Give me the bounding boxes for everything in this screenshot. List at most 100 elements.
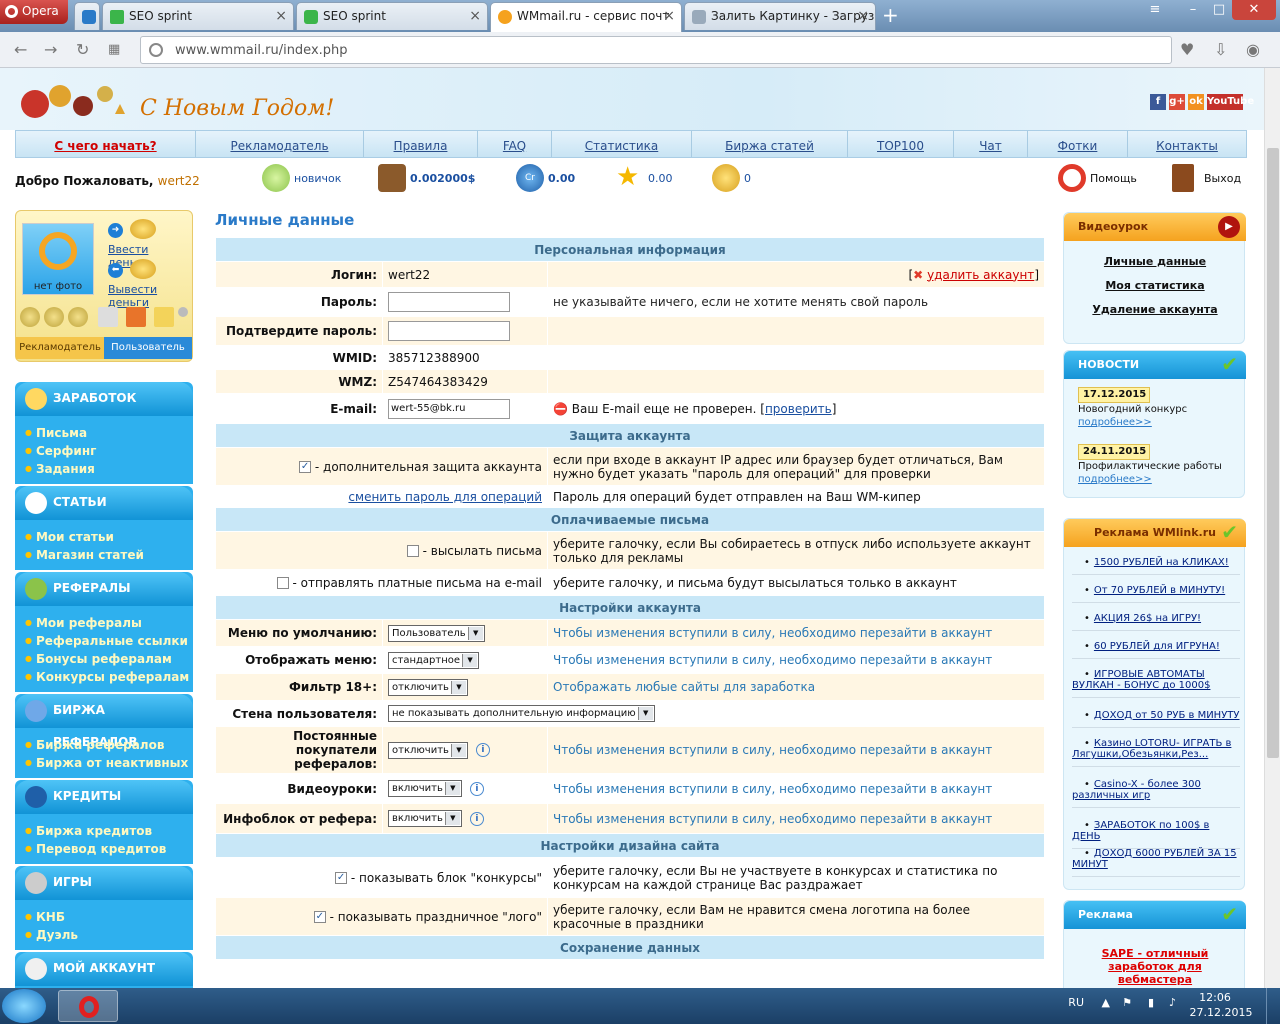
ad-item[interactable]: ЗАРАБОТОК по 100$ в ДЕНЬ bbox=[1072, 820, 1240, 849]
sidebar-item-rps[interactable]: КНБ bbox=[25, 910, 65, 924]
ad-link[interactable]: 1500 РУБЛЕЙ на КЛИКАХ! bbox=[1094, 557, 1229, 568]
sidebar-item-credit-exchange[interactable]: Биржа кредитов bbox=[25, 824, 152, 838]
bookmark-heart-icon[interactable]: ♥ bbox=[1180, 40, 1194, 59]
sidebar-item-referral-bonuses[interactable]: Бонусы рефералам bbox=[25, 652, 172, 666]
clock-date[interactable]: 27.12.2015 bbox=[1188, 1006, 1254, 1019]
new-tab-icon[interactable]: + bbox=[882, 5, 899, 25]
regular-buyers-select[interactable]: отключить bbox=[388, 741, 468, 759]
ad-link[interactable]: Казино LOTORU- ИГРАТЬ в Лягушки,Обезьянк… bbox=[1072, 738, 1231, 760]
clock-time[interactable]: 12:06 bbox=[1188, 991, 1242, 1004]
ad-link[interactable]: АКЦИЯ 26$ на ИГРУ! bbox=[1094, 613, 1201, 624]
ad-item[interactable]: АКЦИЯ 26$ на ИГРУ! bbox=[1072, 613, 1240, 631]
sidebar-heading-games[interactable]: ИГРЫ bbox=[15, 866, 193, 900]
tab-upload-image[interactable]: Залить Картинку - Загруз × bbox=[684, 2, 876, 30]
taskbar-opera-button[interactable] bbox=[58, 990, 118, 1022]
ad-item[interactable]: ИГРОВЫЕ АВТОМАТЫ ВУЛКАН - БОНУС до 1000$ bbox=[1072, 669, 1240, 698]
ad-item[interactable]: Casino-X - более 300 различных игр bbox=[1072, 779, 1240, 808]
news-more-link[interactable]: подробнее>> bbox=[1078, 417, 1152, 428]
youtube-icon[interactable]: YouTube bbox=[1207, 94, 1254, 110]
password-input[interactable] bbox=[388, 292, 510, 312]
ad-item[interactable]: 1500 РУБЛЕЙ на КЛИКАХ! bbox=[1072, 557, 1240, 575]
ad-item[interactable]: От 70 РУБЛЕЙ в МИНУТУ! bbox=[1072, 585, 1240, 603]
email-input[interactable]: wert-55@bk.ru bbox=[388, 398, 510, 419]
facebook-icon[interactable]: f bbox=[1150, 94, 1166, 110]
change-op-password-link[interactable]: сменить пароль для операций bbox=[348, 490, 542, 504]
tab-seo-sprint-1[interactable]: SEO sprint × bbox=[102, 2, 294, 30]
ad-item[interactable]: ДОХОД 6000 РУБЛЕЙ ЗА 15 МИНУТ bbox=[1072, 848, 1240, 877]
forward-icon[interactable]: → bbox=[44, 40, 57, 59]
ad-link[interactable]: 60 РУБЛЕЙ для ИГРУНА! bbox=[1094, 641, 1220, 652]
tab-wmmail[interactable]: WMmail.ru - сервис почт × bbox=[490, 2, 682, 32]
sidebar-heading-my-account[interactable]: МОЙ АККАУНТ bbox=[15, 952, 193, 986]
filter-18-select[interactable]: отключить bbox=[388, 678, 468, 696]
user-wall-select[interactable]: не показывать дополнительную информацию bbox=[388, 705, 655, 722]
language-indicator[interactable]: RU bbox=[1068, 996, 1084, 1009]
gear-icon[interactable] bbox=[178, 307, 188, 317]
sidebar-item-inactive-exchange[interactable]: Биржа от неактивных bbox=[25, 756, 188, 770]
send-mail-checkbox[interactable] bbox=[406, 545, 419, 557]
display-menu-select[interactable]: стандартное bbox=[388, 651, 480, 669]
close-tab-icon[interactable]: × bbox=[663, 3, 675, 30]
menu-top100[interactable]: TOP100 bbox=[848, 131, 954, 157]
delete-account-link[interactable]: удалить аккаунт bbox=[927, 268, 1034, 282]
infoblock-select[interactable]: включить bbox=[388, 810, 462, 827]
info-icon[interactable]: i bbox=[469, 781, 484, 796]
menu-contacts[interactable]: Контакты bbox=[1128, 131, 1246, 157]
sape-ad-link[interactable]: SAPE - отличный заработок для вебмастера bbox=[1074, 947, 1236, 986]
play-icon[interactable]: ▶ bbox=[1218, 216, 1240, 238]
sidebar-item-referral-links[interactable]: Реферальные ссылки bbox=[25, 634, 188, 648]
username-link[interactable]: wert22 bbox=[158, 174, 200, 188]
menu-chat[interactable]: Чат bbox=[954, 131, 1028, 157]
sidebar-item-my-referrals[interactable]: Мои рефералы bbox=[25, 616, 142, 630]
tray-arrow-icon[interactable]: ▲ bbox=[1102, 996, 1110, 1009]
tab-menu-icon[interactable]: ≡ bbox=[1142, 0, 1168, 20]
back-icon[interactable]: ← bbox=[14, 40, 27, 59]
sidebar-item-my-articles[interactable]: Мои статьи bbox=[25, 530, 114, 544]
menu-rules[interactable]: Правила bbox=[364, 131, 478, 157]
scrollbar-thumb[interactable] bbox=[1267, 148, 1279, 758]
close-tab-icon[interactable]: × bbox=[275, 3, 287, 30]
default-menu-select[interactable]: Пользователь bbox=[388, 624, 485, 642]
extra-protection-checkbox[interactable]: ✓ bbox=[299, 461, 312, 473]
sidebar-item-referral-exchange[interactable]: Биржа рефералов bbox=[25, 738, 164, 752]
tab-user[interactable]: Пользователь bbox=[104, 337, 192, 359]
help-link[interactable]: Помощь bbox=[1058, 164, 1148, 194]
sidebar-item-credit-transfer[interactable]: Перевод кредитов bbox=[25, 842, 166, 856]
close-window-icon[interactable]: ✕ bbox=[1232, 0, 1276, 20]
sidebar-item-referral-contests[interactable]: Конкурсы рефералам bbox=[25, 670, 189, 684]
ad-item[interactable]: 60 РУБЛЕЙ для ИГРУНА! bbox=[1072, 641, 1240, 659]
show-logo-checkbox[interactable]: ✓ bbox=[313, 911, 326, 923]
sidebar-heading-earnings[interactable]: ЗАРАБОТОК bbox=[15, 382, 193, 416]
ad-link[interactable]: ДОХОД 6000 РУБЛЕЙ ЗА 15 МИНУТ bbox=[1072, 848, 1237, 870]
menu-faq[interactable]: FAQ bbox=[478, 131, 552, 157]
menu-photos[interactable]: Фотки bbox=[1028, 131, 1128, 157]
ad-link[interactable]: От 70 РУБЛЕЙ в МИНУТУ! bbox=[1094, 585, 1225, 596]
sidebar-heading-articles[interactable]: СТАТЬИ bbox=[15, 486, 193, 520]
confirm-password-input[interactable] bbox=[388, 321, 510, 341]
sidebar-heading-credits[interactable]: КРЕДИТЫ bbox=[15, 780, 193, 814]
logout-link[interactable]: Выход bbox=[1172, 164, 1252, 194]
avatar[interactable]: нет фото bbox=[22, 223, 94, 295]
menu-getting-started[interactable]: С чего начать? bbox=[16, 131, 196, 157]
volume-icon[interactable]: ♪ bbox=[1169, 996, 1176, 1009]
reload-icon[interactable]: ↻ bbox=[76, 40, 89, 59]
email-check-link[interactable]: проверить bbox=[765, 402, 832, 416]
page-scrollbar[interactable] bbox=[1264, 68, 1280, 988]
info-icon[interactable]: i bbox=[475, 743, 490, 757]
tab-speed-dial[interactable] bbox=[74, 2, 100, 30]
withdraw-link[interactable]: Вывести деньги bbox=[108, 283, 192, 309]
windows-start-icon[interactable] bbox=[2, 989, 46, 1023]
maximize-icon[interactable]: □ bbox=[1206, 0, 1232, 20]
minimize-icon[interactable]: – bbox=[1180, 0, 1206, 20]
grid-icon[interactable]: ▦ bbox=[108, 42, 120, 57]
info-icon[interactable]: i bbox=[469, 811, 484, 826]
video-link-personal-data[interactable]: Личные данные bbox=[1064, 255, 1246, 268]
show-contests-checkbox[interactable]: ✓ bbox=[335, 872, 348, 884]
url-field[interactable]: www.wmmail.ru/index.php bbox=[140, 36, 1172, 64]
menu-article-exchange[interactable]: Биржа статей bbox=[692, 131, 848, 157]
video-link-my-stats[interactable]: Моя статистика bbox=[1064, 279, 1246, 292]
sidebar-heading-referrals[interactable]: РЕФЕРАЛЫ bbox=[15, 572, 193, 606]
ad-item[interactable]: Казино LOTORU- ИГРАТЬ в Лягушки,Обезьянк… bbox=[1072, 738, 1240, 767]
sidebar-item-surfing[interactable]: Серфинг bbox=[25, 444, 96, 458]
sidebar-heading-referral-exchange[interactable]: БИРЖА РЕФЕРАЛОВ bbox=[15, 694, 193, 749]
